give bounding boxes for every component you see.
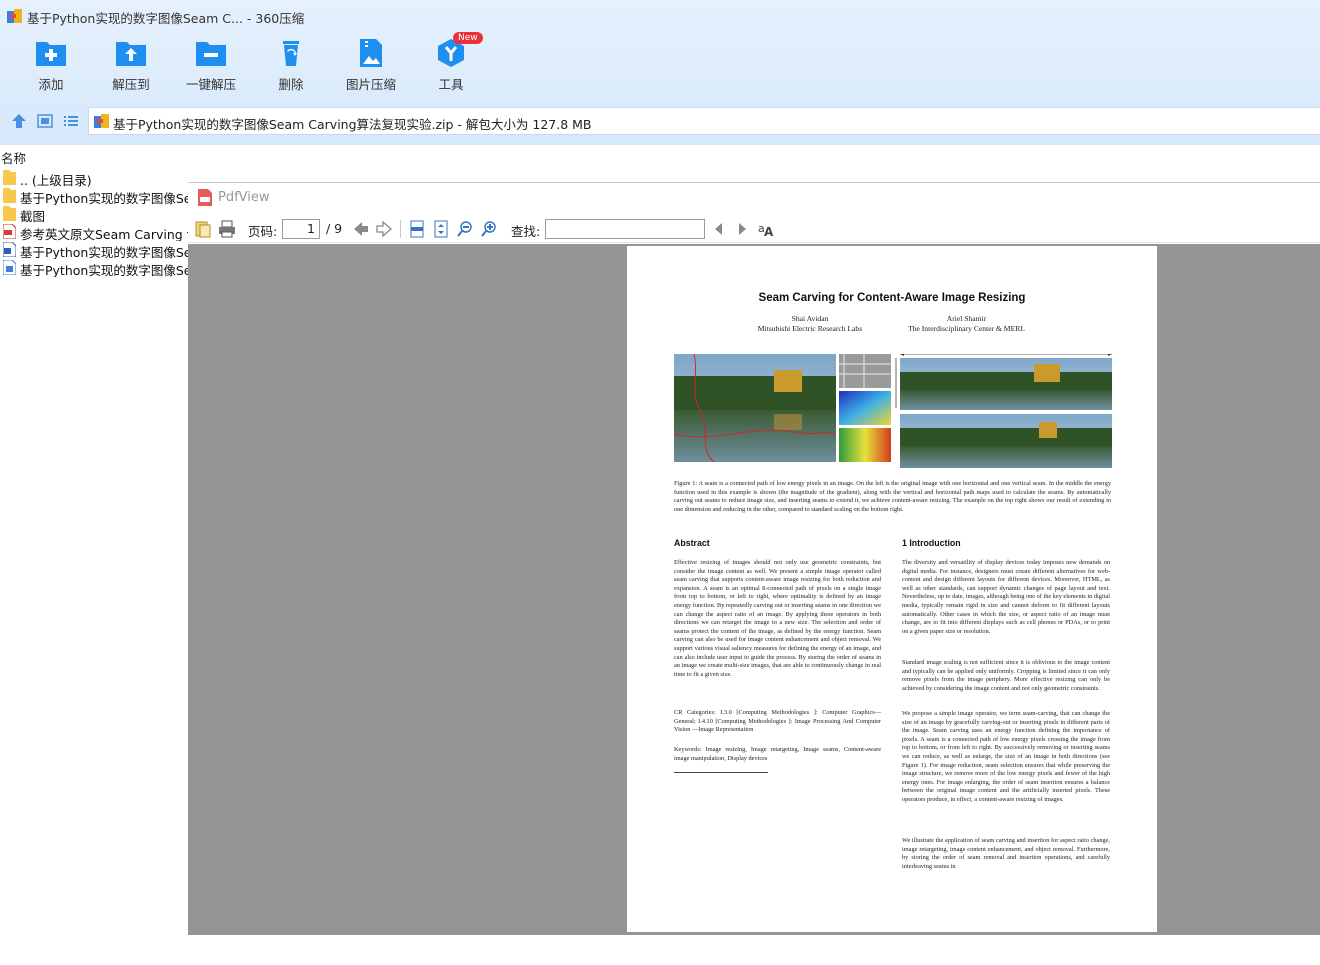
image-compress-button[interactable]: 图片压缩 (331, 38, 411, 98)
file-row-docx[interactable]: 基于Python实现的数字图像Sea (0, 241, 188, 259)
intro-paragraph-1: The diversity and versatility of display… (902, 559, 1110, 635)
file-name: 截图 (20, 209, 46, 223)
image-compress-icon (360, 39, 382, 67)
top-band: 基于Python实现的数字图像Seam C... - 360压缩 添加 解压到 … (0, 0, 1320, 145)
find-input[interactable] (545, 219, 705, 239)
file-row-screenshots[interactable]: 截图 (0, 205, 188, 223)
word-file-icon (3, 242, 16, 257)
pdfview-titlebar: PdfView (188, 183, 1320, 213)
page-total: / 9 (326, 221, 343, 236)
file-name: 基于Python实现的数字图像Sea (20, 245, 188, 259)
toolbar-separator (400, 220, 401, 238)
folder-icon (3, 188, 16, 203)
svg-text:A: A (764, 225, 774, 238)
address-bar[interactable]: 基于Python实现的数字图像Seam Carving算法复现实验.zip - … (88, 107, 1320, 135)
recycle-bin-icon (283, 41, 299, 66)
address-path: 基于Python实现的数字图像Seam Carving算法复现实验.zip - … (113, 117, 592, 132)
cr-categories: CR Categories: I.3.0 [Computing Methodol… (674, 709, 881, 734)
tools-button[interactable]: 工具 (411, 38, 491, 98)
extract-folder-icon (116, 42, 146, 66)
zoom-out-icon[interactable] (456, 220, 474, 238)
archive-app-window: { "window": { "title": "基于Python实现的数字图像S… (0, 0, 1320, 965)
author-2-affiliation: The Interdisciplinary Center & MERL (908, 323, 1025, 333)
title-bar: 基于Python实现的数字图像Seam C... - 360压缩 (0, 0, 1320, 32)
intro-paragraph-2: Standard image scaling is not sufficient… (902, 659, 1110, 692)
pdfview-title: PdfView (218, 190, 270, 205)
figure-1-images (674, 354, 1112, 468)
file-name: .. (上级目录) (20, 173, 92, 187)
tools-label: 工具 (438, 77, 464, 92)
file-row-pdf[interactable]: 参考英文原文Seam Carving fo (0, 223, 188, 241)
author-1-name: Shai Avidan (791, 314, 829, 323)
file-row-folder[interactable]: 基于Python实现的数字图像Sea (0, 187, 188, 205)
next-page-icon[interactable] (375, 220, 393, 238)
folder-icon (3, 206, 16, 221)
one-click-extract-icon (196, 42, 226, 66)
abstract-text: Effective resizing of images should not … (674, 559, 881, 678)
open-file-icon[interactable] (194, 220, 212, 238)
list-view-icon[interactable] (63, 114, 79, 128)
page-number-input[interactable]: 1 (282, 219, 320, 239)
file-row-parent-dir[interactable]: .. (上级目录) (0, 169, 188, 187)
print-icon[interactable] (218, 220, 236, 238)
folder-icon (3, 170, 16, 185)
intro-paragraph-3: We propose a simple image operator, we t… (902, 710, 1110, 803)
add-folder-icon (36, 42, 66, 66)
zip-archive-icon (94, 114, 109, 128)
file-row-doc[interactable]: 基于Python实现的数字图像Sea (0, 259, 188, 277)
author-1: Shai Avidan Mitsubishi Electric Research… (735, 314, 885, 333)
pdf-app-icon (198, 189, 212, 206)
zoom-in-icon[interactable] (480, 220, 498, 238)
pdf-canvas[interactable]: Seam Carving for Content-Aware Image Res… (188, 244, 1320, 935)
figure-1-caption: Figure 1: A seam is a connected path of … (674, 480, 1111, 513)
pdf-page: Seam Carving for Content-Aware Image Res… (627, 246, 1157, 932)
abstract-heading: Abstract (674, 538, 710, 548)
one-click-extract-button[interactable]: 一键解压 (171, 38, 251, 98)
find-next-icon[interactable] (733, 220, 751, 238)
image-compress-label: 图片压缩 (345, 77, 396, 92)
fit-width-icon[interactable] (408, 220, 426, 238)
intro-paragraph-4: We illustrate the application of seam ca… (902, 837, 1110, 870)
window-title: 基于Python实现的数字图像Seam C... - 360压缩 (27, 11, 305, 26)
column-header-name[interactable]: 名称 (1, 148, 26, 167)
file-name: 基于Python实现的数字图像Sea (20, 263, 188, 277)
doc-file-icon (3, 260, 16, 275)
find-label: 查找: (511, 224, 541, 239)
fit-page-icon[interactable] (432, 220, 450, 238)
up-arrow-icon[interactable] (10, 113, 28, 129)
file-name: 基于Python实现的数字图像Sea (20, 191, 188, 205)
author-2-name: Ariel Shamir (946, 314, 987, 323)
pdfview-toolbar: 页码: 1 / 9 查找: aA (188, 215, 1320, 243)
author-2: Ariel Shamir The Interdisciplinary Cente… (889, 314, 1044, 333)
paper-title: Seam Carving for Content-Aware Image Res… (758, 292, 1026, 304)
footnote-rule (674, 772, 768, 773)
author-1-affiliation: Mitsubishi Electric Research Labs (757, 323, 863, 333)
find-previous-icon[interactable] (710, 220, 728, 238)
delete-button[interactable]: 删除 (251, 38, 331, 98)
add-button[interactable]: 添加 (11, 38, 91, 98)
file-name: 参考英文原文Seam Carving fo (20, 227, 188, 241)
font-size-icon[interactable]: aA (757, 220, 775, 238)
one-click-extract-label: 一键解压 (185, 77, 236, 92)
keywords: Keywords: Image resizing, Image retarget… (674, 746, 881, 762)
extract-to-button[interactable]: 解压到 (91, 38, 171, 98)
app-logo-icon (7, 9, 22, 23)
add-label: 添加 (38, 77, 64, 92)
previous-page-icon[interactable] (352, 220, 370, 238)
pdfview-window: PdfView 页码: 1 / 9 查找: a A Seam Carving f… (188, 182, 1320, 935)
introduction-heading: 1 Introduction (902, 538, 961, 548)
page-label: 页码: (248, 224, 278, 239)
thumbnail-view-icon[interactable] (37, 114, 53, 128)
extract-to-label: 解压到 (112, 77, 150, 92)
pdf-file-icon (3, 224, 16, 239)
new-badge: New (453, 32, 483, 44)
delete-label: 删除 (278, 77, 304, 92)
